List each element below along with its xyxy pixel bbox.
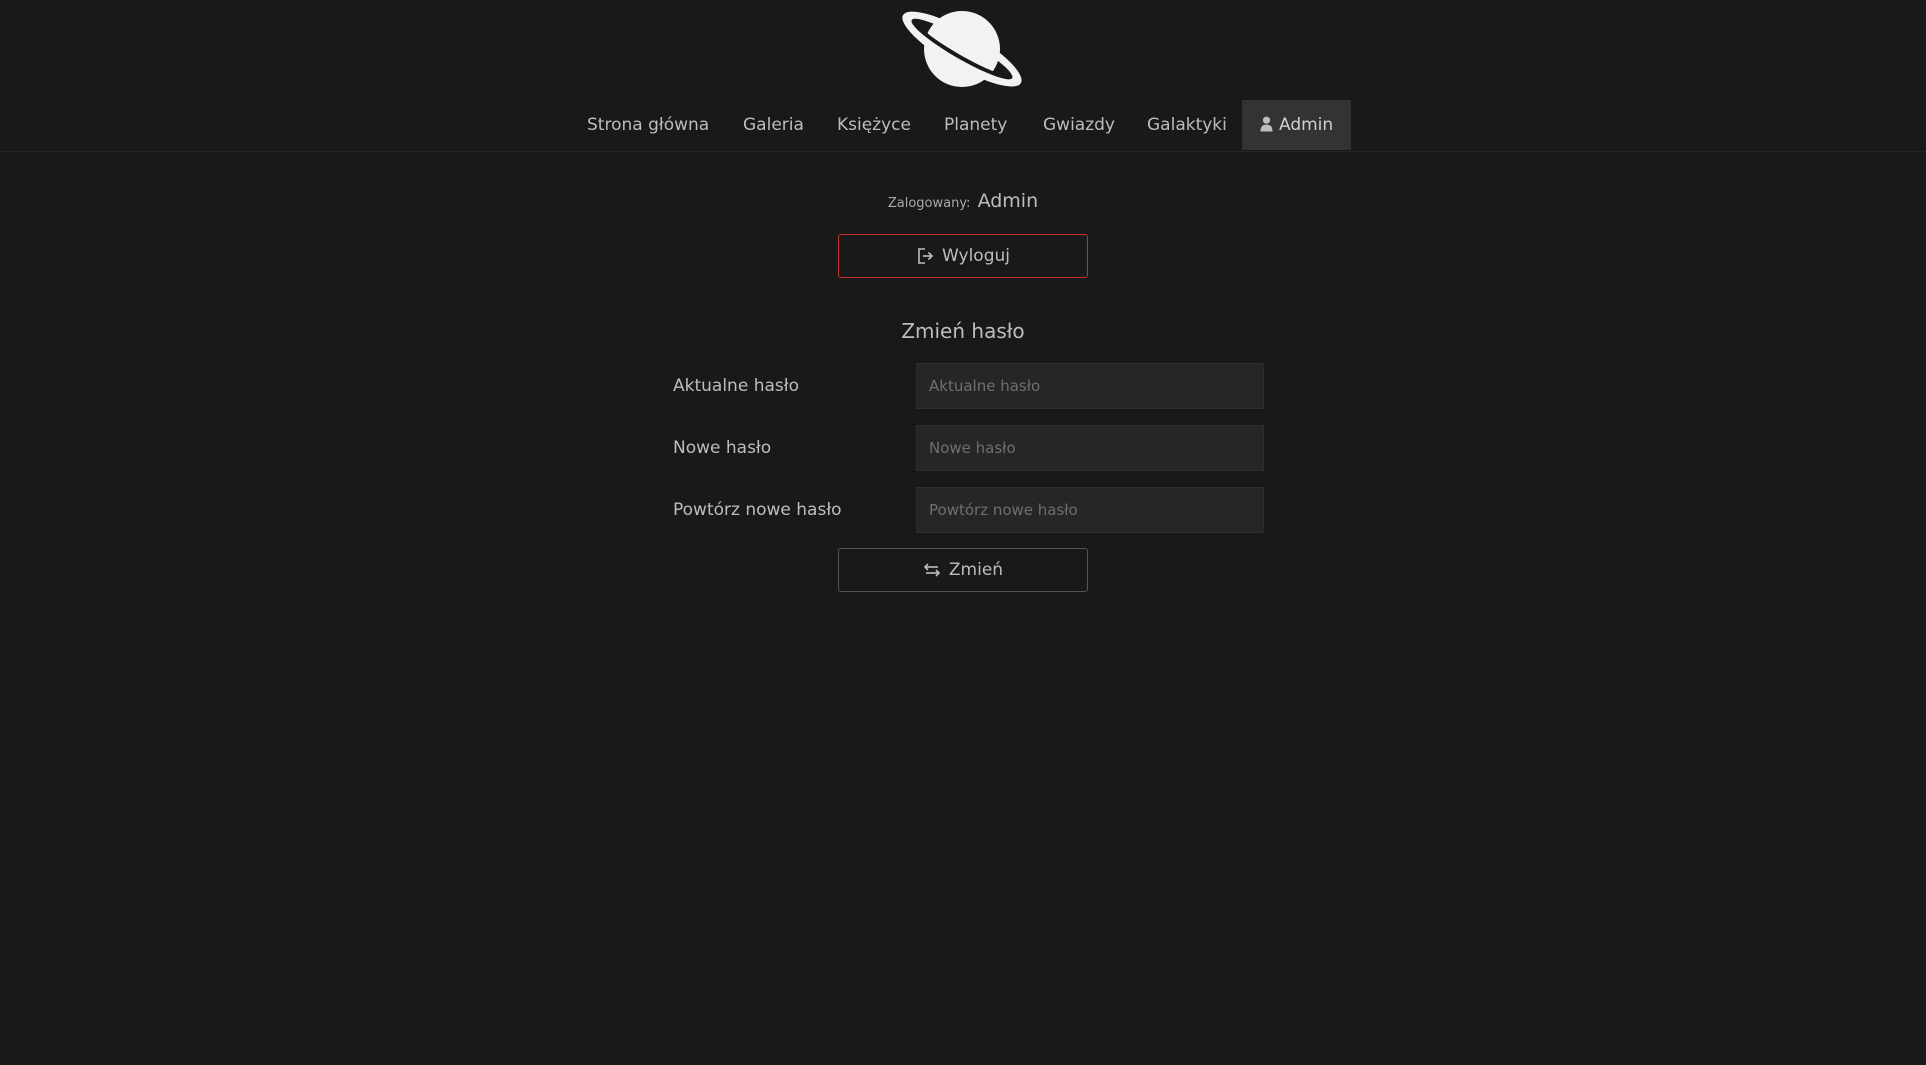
logged-in-status: Zalogowany: Admin — [0, 190, 1926, 212]
nav-item-galaxies[interactable]: Galaktyki — [1147, 100, 1227, 150]
repeat-password-label: Powtórz nowe hasło — [673, 500, 842, 520]
change-password-button-label: Zmień — [948, 560, 1004, 580]
current-password-input[interactable] — [916, 363, 1264, 409]
current-password-row: Aktualne hasło — [673, 363, 1264, 409]
change-password-button[interactable]: Zmień — [838, 548, 1088, 592]
logged-in-label: Zalogowany: — [887, 196, 971, 211]
nav-item-stars[interactable]: Gwiazdy — [1043, 100, 1115, 150]
saturn-planet-icon[interactable] — [893, 0, 1031, 98]
exchange-arrows-icon — [923, 563, 941, 577]
nav-item-moons[interactable]: Księżyce — [837, 100, 911, 150]
repeat-password-row: Powtórz nowe hasło — [673, 487, 1264, 533]
main-nav: Strona główna Galeria Księżyce Planety G… — [0, 100, 1926, 150]
nav-item-gallery[interactable]: Galeria — [743, 100, 804, 150]
logout-button[interactable]: Wyloguj — [838, 234, 1088, 278]
logout-button-label: Wyloguj — [942, 246, 1010, 266]
new-password-input[interactable] — [916, 425, 1264, 471]
user-icon — [1260, 116, 1273, 132]
logged-in-username: Admin — [977, 190, 1039, 212]
nav-item-admin[interactable]: Admin — [1242, 100, 1352, 150]
new-password-label: Nowe hasło — [673, 438, 772, 458]
site-header: Strona główna Galeria Księżyce Planety G… — [0, 0, 1926, 152]
new-password-row: Nowe hasło — [673, 425, 1264, 471]
sign-out-icon — [918, 248, 934, 264]
change-password-title: Zmień hasło — [901, 319, 1025, 343]
nav-item-planets[interactable]: Planety — [944, 100, 1007, 150]
current-password-label: Aktualne hasło — [673, 376, 799, 396]
repeat-password-input[interactable] — [916, 487, 1264, 533]
nav-item-admin-label: Admin — [1279, 115, 1334, 135]
nav-item-home[interactable]: Strona główna — [587, 100, 709, 150]
